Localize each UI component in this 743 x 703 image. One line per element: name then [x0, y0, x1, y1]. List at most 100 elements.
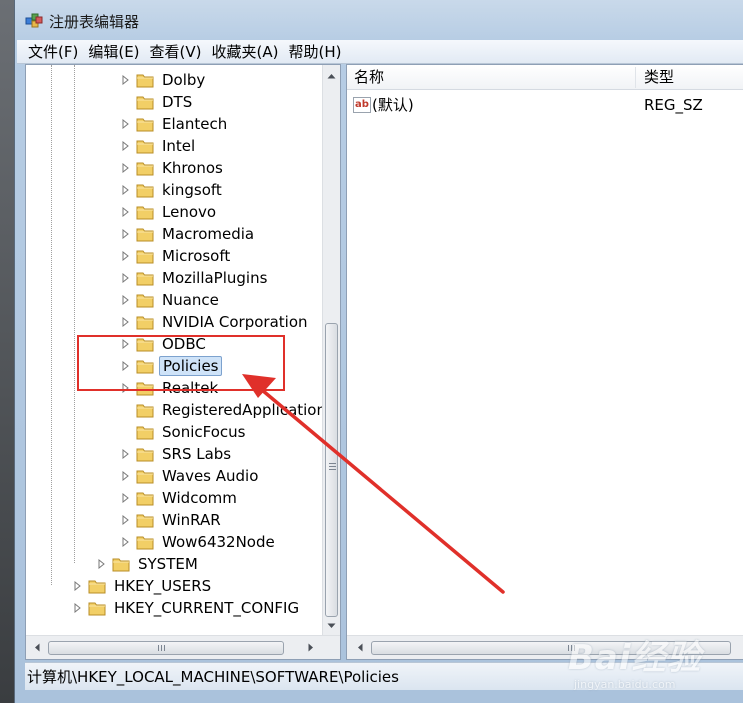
tree-node[interactable]: Dolby [120, 69, 208, 91]
expand-arrow-icon[interactable] [96, 558, 108, 570]
tree-node-label: Realtek [162, 379, 219, 397]
tree-node[interactable]: Intel [120, 135, 198, 157]
folder-icon [136, 424, 154, 440]
expand-arrow-icon[interactable] [120, 272, 132, 284]
expand-arrow-icon[interactable] [120, 448, 132, 460]
tree-node-label: Intel [162, 137, 196, 155]
tree-node[interactable]: MozillaPlugins [120, 267, 270, 289]
folder-icon [136, 182, 154, 198]
expand-arrow-icon[interactable] [120, 382, 132, 394]
scroll-down-arrow-icon[interactable] [323, 617, 340, 634]
tree-node-label: SYSTEM [138, 555, 198, 573]
menu-view[interactable]: 查看(V) [145, 41, 207, 63]
column-header-name[interactable]: 名称 [347, 65, 635, 90]
list-item[interactable]: ab (默认) REG_SZ [347, 94, 743, 116]
folder-icon [136, 248, 154, 264]
folder-icon [136, 380, 154, 396]
folder-icon [136, 292, 154, 308]
registry-editor-window: 注册表编辑器 文件(F) 编辑(E) 查看(V) 收藏夹(A) 帮助(H) SY… [14, 0, 743, 703]
menu-edit[interactable]: 编辑(E) [83, 41, 144, 63]
column-header-type[interactable]: 类型 [637, 65, 743, 90]
tree-node[interactable]: ODBC [120, 333, 209, 355]
folder-icon [136, 94, 154, 110]
menu-help[interactable]: 帮助(H) [283, 41, 346, 63]
expand-arrow-icon[interactable] [120, 228, 132, 240]
expand-arrow-icon[interactable] [120, 250, 132, 262]
tree-node[interactable]: Waves Audio [120, 465, 261, 487]
tree-node[interactable]: Khronos [120, 157, 226, 179]
expand-arrow-icon[interactable] [120, 74, 132, 86]
tree-node[interactable]: SonicFocus [120, 421, 248, 443]
tree-node-label: Wow6432Node [162, 533, 275, 551]
watermark-url: jingyan.baidu.com [574, 678, 676, 691]
expand-arrow-icon[interactable] [120, 492, 132, 504]
folder-icon [136, 138, 154, 154]
scroll-thumb[interactable] [48, 641, 284, 655]
tree-node-hkey-users[interactable]: HKEY_USERS [72, 575, 214, 597]
tree-node-label: Khronos [162, 159, 223, 177]
tree-node[interactable]: WinRAR [120, 509, 224, 531]
tree-node-label: Widcomm [162, 489, 237, 507]
tree-node-label: Waves Audio [162, 467, 259, 485]
folder-icon [136, 116, 154, 132]
tree-node[interactable]: Elantech [120, 113, 230, 135]
expand-arrow-icon[interactable] [120, 162, 132, 174]
scroll-up-arrow-icon[interactable] [323, 67, 340, 84]
menu-file[interactable]: 文件(F) [23, 41, 83, 63]
expand-arrow-icon[interactable] [120, 470, 132, 482]
expand-arrow-icon[interactable] [120, 338, 132, 350]
tree-node[interactable]: Realtek [120, 377, 221, 399]
scroll-right-arrow-icon[interactable] [302, 639, 319, 656]
tree-node[interactable]: Nuance [120, 289, 222, 311]
expand-arrow-icon[interactable] [120, 118, 132, 130]
tree-node-system[interactable]: SYSTEM [96, 553, 201, 575]
folder-icon [136, 358, 154, 374]
menu-favorites[interactable]: 收藏夹(A) [207, 41, 284, 63]
tree-node[interactable]: kingsoft [120, 179, 225, 201]
scroll-thumb[interactable] [325, 323, 338, 617]
tree-node[interactable]: NVIDIA Corporation [120, 311, 311, 333]
expand-arrow-icon[interactable] [120, 514, 132, 526]
scroll-left-arrow-icon[interactable] [351, 639, 368, 656]
no-expander [120, 426, 132, 438]
folder-icon [136, 314, 154, 330]
expand-arrow-icon[interactable] [120, 206, 132, 218]
tree-node-label: Elantech [162, 115, 228, 133]
tree-node[interactable]: Widcomm [120, 487, 240, 509]
expand-arrow-icon[interactable] [72, 580, 84, 592]
folder-icon [88, 578, 106, 594]
tree-node-hkey-current-config[interactable]: HKEY_CURRENT_CONFIG [72, 597, 302, 619]
baidu-jingyan-watermark: Bai经验 jingyan.baidu.com [568, 622, 738, 698]
expand-arrow-icon[interactable] [120, 140, 132, 152]
expand-arrow-icon[interactable] [120, 536, 132, 548]
expand-arrow-icon[interactable] [120, 294, 132, 306]
expand-arrow-icon[interactable] [120, 360, 132, 372]
tree-horizontal-scrollbar[interactable] [26, 635, 340, 659]
tree-node[interactable]: Macromedia [120, 223, 257, 245]
tree-node[interactable]: Lenovo [120, 201, 219, 223]
tree-node[interactable]: DTS [120, 91, 195, 113]
expand-arrow-icon[interactable] [120, 184, 132, 196]
tree-node[interactable]: RegisteredApplications [120, 399, 322, 421]
menu-bar: 文件(F) 编辑(E) 查看(V) 收藏夹(A) 帮助(H) [17, 40, 743, 64]
folder-icon [136, 402, 154, 418]
folder-icon [136, 336, 154, 352]
registry-tree: SYSTEM HKEY_USERS HKEY_CURRENT_CONFIG Do… [26, 65, 322, 635]
folder-icon [136, 270, 154, 286]
tree-node-label: DTS [162, 93, 193, 111]
tree-node-label: ODBC [162, 335, 206, 353]
expand-arrow-icon[interactable] [120, 316, 132, 328]
tree-node-label: RegisteredApplications [162, 401, 322, 419]
tree-vertical-scrollbar[interactable] [322, 65, 340, 635]
tree-node[interactable]: Wow6432Node [120, 531, 278, 553]
tree-node[interactable]: SRS Labs [120, 443, 234, 465]
title-bar: 注册表编辑器 [15, 0, 743, 40]
scroll-left-arrow-icon[interactable] [28, 639, 45, 656]
tree-guide-line [51, 65, 52, 585]
tree-node[interactable]: Policies [120, 355, 223, 377]
no-expander [120, 404, 132, 416]
expand-arrow-icon[interactable] [72, 602, 84, 614]
folder-icon [136, 72, 154, 88]
folder-icon [136, 468, 154, 484]
tree-node[interactable]: Microsoft [120, 245, 233, 267]
